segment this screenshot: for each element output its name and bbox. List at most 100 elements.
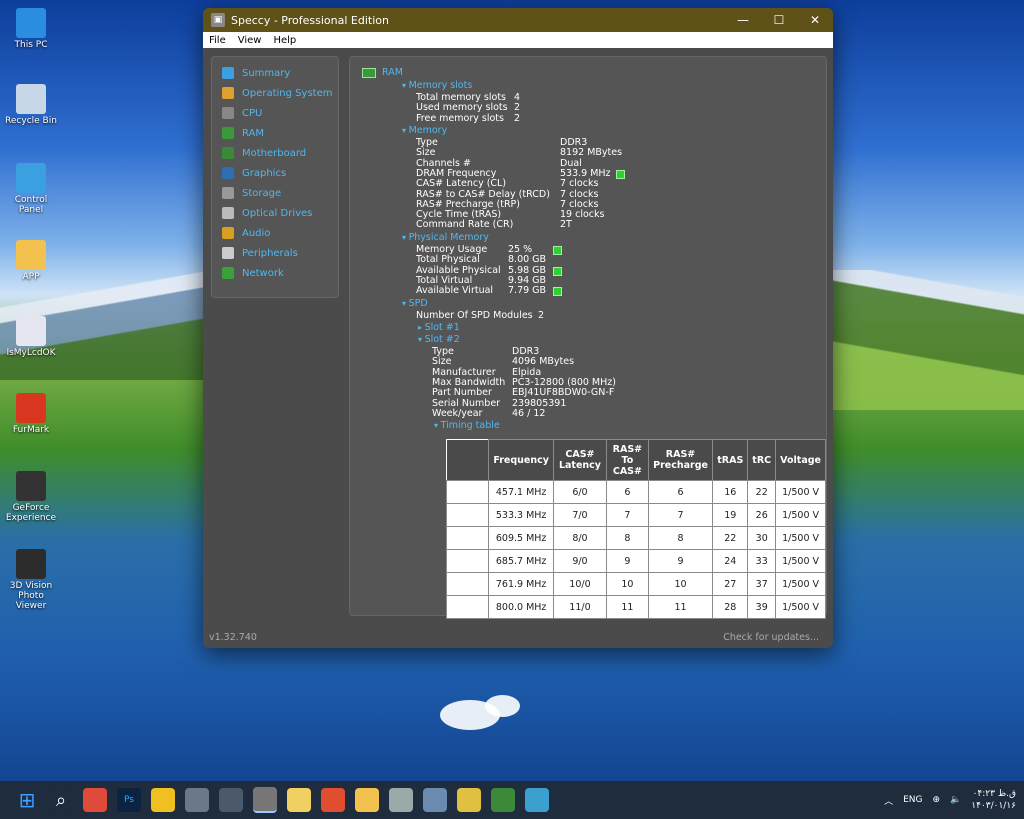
sidebar-item-label: Optical Drives — [242, 207, 313, 219]
disk-icon[interactable] — [389, 788, 413, 812]
table-cell: 16 — [712, 480, 749, 504]
section-physical-memory[interactable]: ▾ Physical Memory — [402, 232, 489, 243]
row-header: JEDEC #5 — [445, 572, 490, 596]
network-app-icon[interactable] — [423, 788, 447, 812]
taskbar-apps: ⊞ ⌕ Ps — [0, 787, 554, 813]
title-bar[interactable]: ▣ Speccy - Professional Edition — ☐ ✕ — [203, 8, 833, 32]
minimize-button[interactable]: — — [725, 8, 761, 32]
tools-icon[interactable] — [457, 788, 481, 812]
globe-icon[interactable] — [525, 788, 549, 812]
section-spd[interactable]: ▾ SPD — [402, 298, 428, 309]
table-cell: 533.3 MHz — [488, 503, 554, 527]
status-bar: v1.32.740 Check for updates... — [203, 626, 833, 648]
section-memory[interactable]: ▾ Memory — [402, 125, 447, 136]
clock[interactable]: ۰۴:۲۳ ق.ظ ۱۴۰۳/۰۱/۱۶ — [971, 788, 1016, 812]
row-header: JEDEC #3 — [445, 526, 490, 550]
app-grid-icon[interactable] — [219, 788, 243, 812]
section-slot-2[interactable]: ▾ Slot #2 — [418, 334, 460, 345]
column-header: RAS# Precharge — [647, 439, 714, 481]
maximize-button[interactable]: ☐ — [761, 8, 797, 32]
chevron-up-icon[interactable]: ︿ — [884, 794, 893, 807]
table-cell: 6/0 — [552, 480, 607, 504]
desktop-icon[interactable]: IsMyLcdOK — [2, 316, 60, 358]
timing-table: Frequency CAS# Latency RAS# To CAS# RAS# Pr… — [445, 439, 826, 619]
sidebar-item-summary[interactable]: Summary — [212, 63, 338, 83]
table-cell: 685.7 MHz — [488, 549, 554, 573]
desktop-icon[interactable]: FurMark — [2, 393, 60, 435]
table-cell: 10 — [605, 572, 649, 596]
section-timing-table[interactable]: ▾ Timing table — [434, 420, 500, 431]
row-header: JEDEC #2 — [445, 503, 490, 527]
spec-value: 2 — [514, 112, 521, 124]
table-cell: 11 — [647, 595, 714, 619]
summary-icon — [222, 67, 234, 79]
sidebar-item-label: Audio — [242, 227, 271, 239]
speccy-icon[interactable] — [253, 787, 277, 813]
table-cell: 800.0 MHz — [488, 595, 554, 619]
sidebar-item-graphics[interactable]: Graphics — [212, 163, 338, 183]
status-led-icon — [553, 266, 562, 276]
sticky-notes-icon[interactable] — [151, 788, 175, 812]
desktop-icon[interactable]: GeForce Experience — [2, 471, 60, 523]
section-title: Memory slots — [408, 80, 473, 91]
table-cell: 8 — [647, 526, 714, 550]
sidebar-item-storage[interactable]: Storage — [212, 183, 338, 203]
table-cell: 7 — [605, 503, 649, 527]
section-slot-1[interactable]: ▸ Slot #1 — [418, 322, 460, 333]
table-cell: 8 — [605, 526, 649, 550]
volume-icon[interactable]: 🔈 — [950, 795, 961, 805]
sidebar-item-peripherals[interactable]: Peripherals — [212, 243, 338, 263]
sidebar-item-label: Storage — [242, 187, 282, 199]
search-icon[interactable]: ⌕ — [49, 788, 73, 812]
sidebar-item-audio[interactable]: Audio — [212, 223, 338, 243]
sidebar-item-optical-drives[interactable]: Optical Drives — [212, 203, 338, 223]
language-indicator[interactable]: ENG — [903, 795, 922, 805]
table-cell: 9/0 — [552, 549, 607, 573]
sidebar-item-motherboard[interactable]: Motherboard — [212, 143, 338, 163]
table-row: JEDEC #4 685.7 MHz 9/0 9 9 24 33 1/500 V — [445, 549, 826, 573]
paint-icon[interactable] — [287, 788, 311, 812]
network-icon[interactable]: ⊕ — [932, 795, 940, 805]
media-icon[interactable] — [321, 788, 345, 812]
sidebar-item-operating-system[interactable]: Operating System — [212, 83, 338, 103]
menu-help[interactable]: Help — [267, 35, 302, 46]
table-cell: 11 — [605, 595, 649, 619]
photoshop-icon[interactable]: Ps — [117, 788, 141, 812]
menu-file[interactable]: File — [203, 35, 232, 46]
sidebar-item-cpu[interactable]: CPU — [212, 103, 338, 123]
furmark-icon — [16, 393, 46, 423]
sidebar-item-ram[interactable]: RAM — [212, 123, 338, 143]
table-cell: 1/500 V — [775, 526, 826, 550]
check-updates-link[interactable]: Check for updates... — [723, 632, 819, 643]
desktop-icon-label: This PC — [14, 40, 48, 50]
row-header: JEDEC #6 — [445, 595, 490, 619]
speccy-window[interactable]: ▣ Speccy - Professional Edition — ☐ ✕ Fi… — [203, 8, 833, 648]
spec-label: Free memory slots — [416, 112, 504, 124]
desktop-icon[interactable]: APP — [2, 240, 60, 282]
table-cell: 6 — [605, 480, 649, 504]
chrome-icon[interactable] — [83, 788, 107, 812]
desktop-icon[interactable]: This PC — [2, 8, 60, 50]
ram-header: RAM — [362, 67, 403, 78]
sidebar-item-label: CPU — [242, 107, 263, 119]
close-button[interactable]: ✕ — [797, 8, 833, 32]
column-header: tRAS — [712, 439, 749, 481]
sidebar-item-network[interactable]: Network — [212, 263, 338, 283]
ram-details-panel[interactable]: RAM ▾ Memory slots Total memory slots 4 Use… — [349, 56, 827, 619]
file-explorer-icon[interactable] — [355, 788, 379, 812]
table-cell: 10/0 — [552, 572, 607, 596]
board-icon[interactable] — [491, 788, 515, 812]
table-cell: 30 — [747, 526, 777, 550]
column-header: Voltage — [775, 439, 826, 481]
calculator-icon[interactable] — [185, 788, 209, 812]
desktop-icon[interactable]: 3D Vision Photo Viewer — [2, 549, 60, 611]
section-memory-slots[interactable]: ▾ Memory slots — [402, 80, 472, 91]
windows-start-icon[interactable]: ⊞ — [15, 788, 39, 812]
desktop-icon[interactable]: Control Panel — [2, 163, 60, 215]
spec-label: Command Rate (CR) — [416, 219, 514, 231]
menu-view[interactable]: View — [232, 35, 268, 46]
table-cell: 24 — [712, 549, 749, 573]
desktop-icon[interactable]: Recycle Bin — [2, 84, 60, 126]
spd-modules-value: 2 — [538, 310, 545, 321]
spec-label: Available Virtual — [416, 285, 494, 297]
